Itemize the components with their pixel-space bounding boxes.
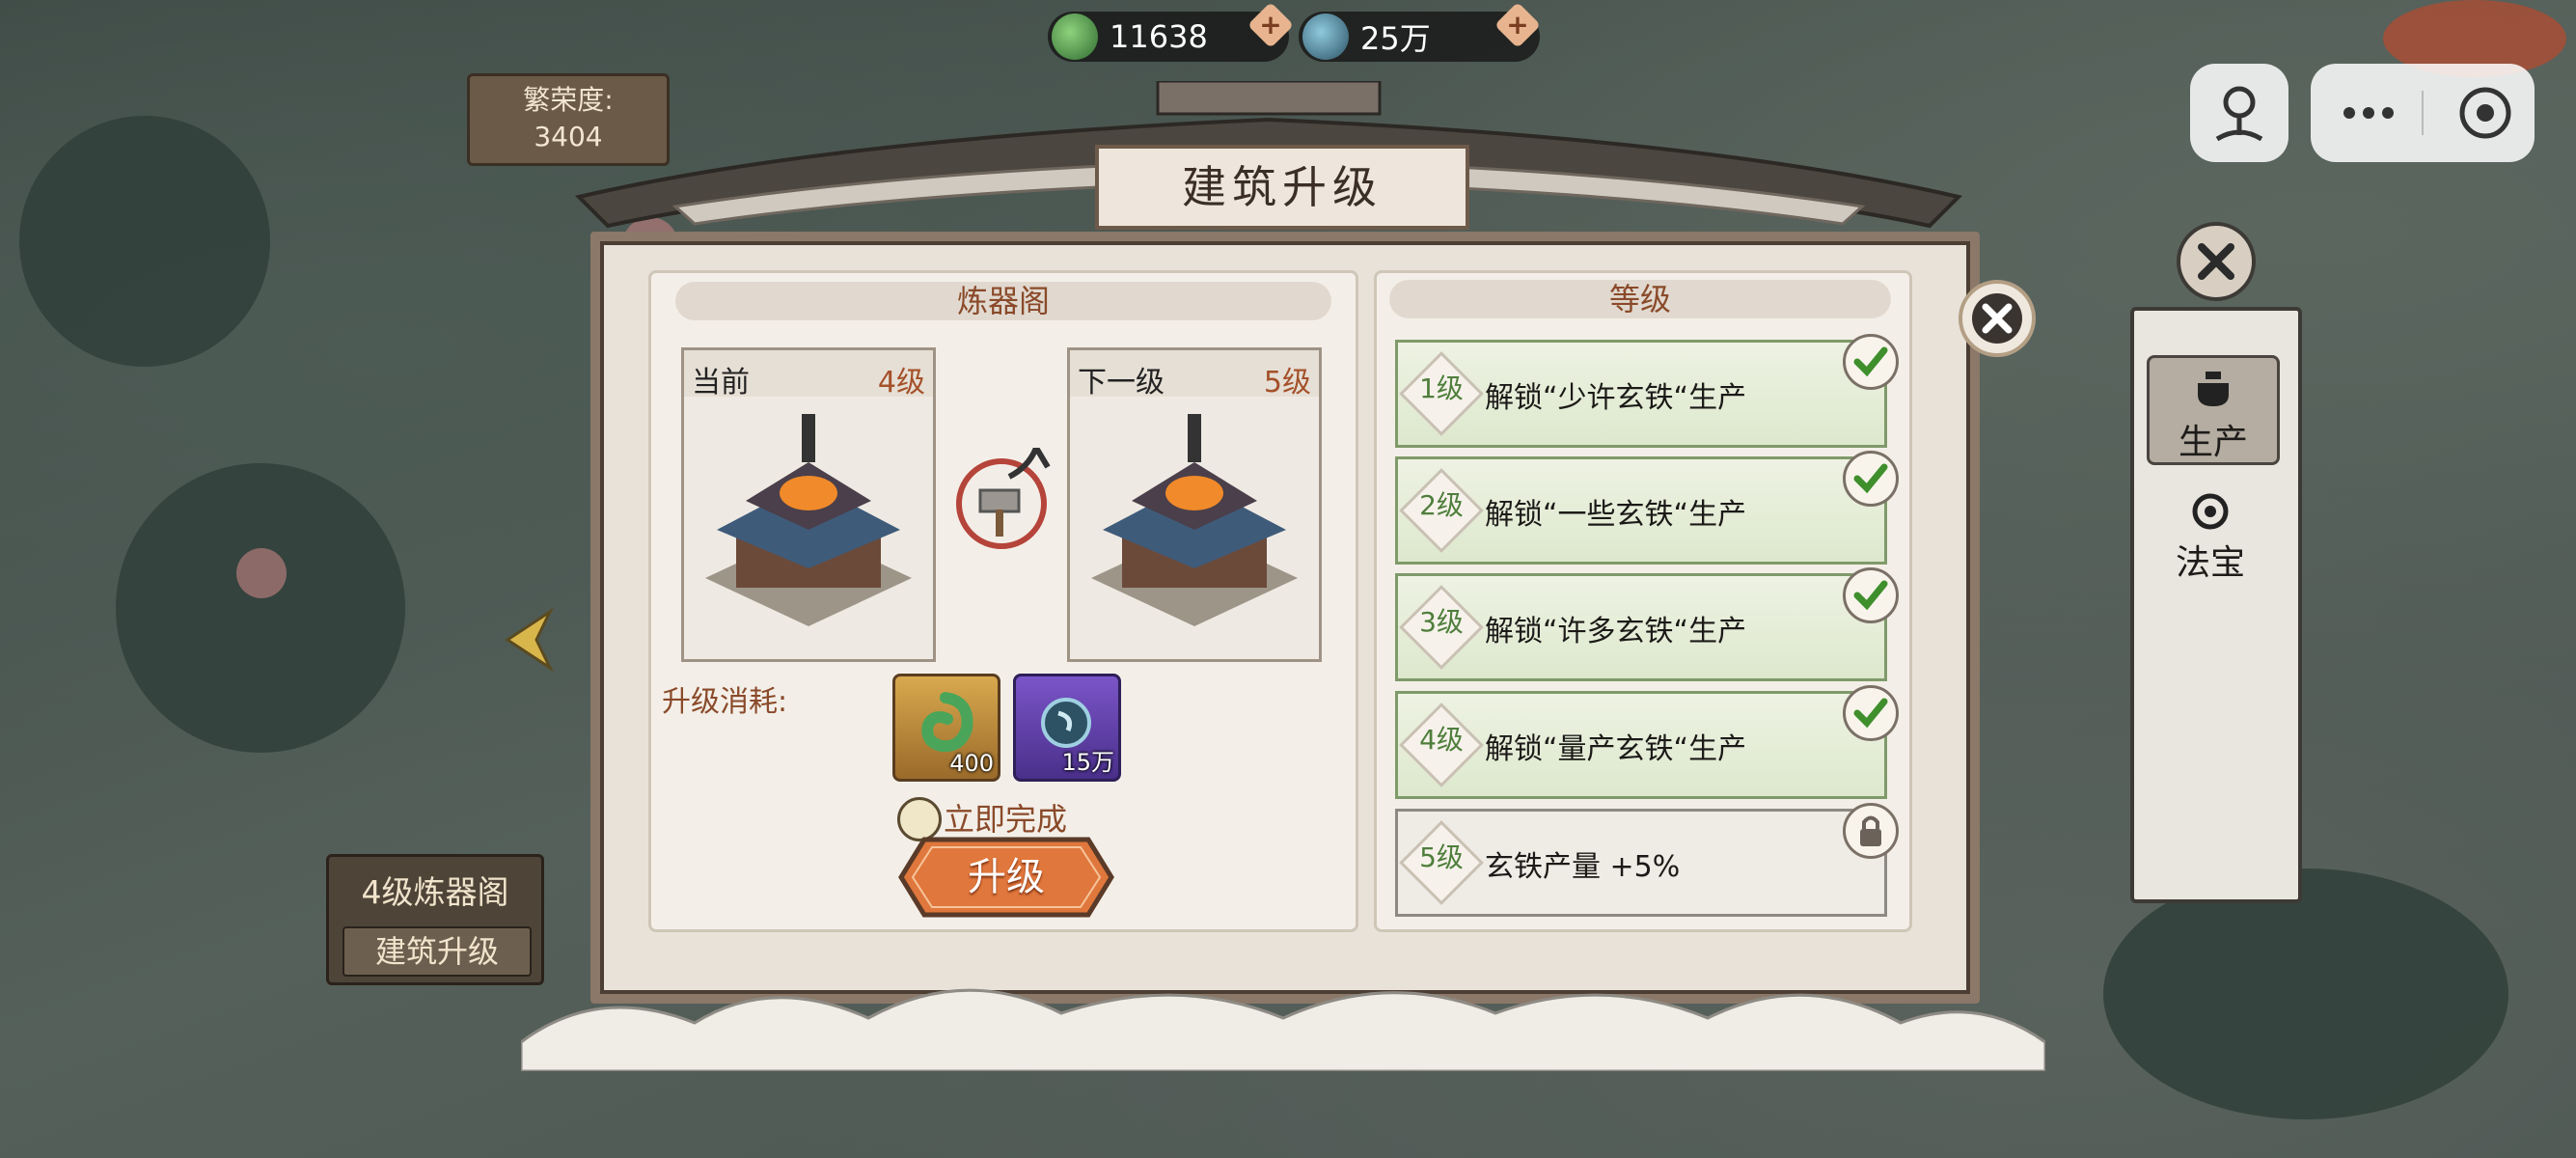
more-icon — [2343, 107, 2394, 119]
building-info-panel: 4级炼器阁 建筑升级 — [326, 854, 544, 985]
close-app-button[interactable] — [2423, 64, 2535, 162]
check-icon — [1843, 334, 1899, 390]
level-description: 解锁“少许玄铁“生产 — [1485, 381, 1747, 415]
level-number: 4级 — [1419, 724, 1464, 756]
side-close-button[interactable] — [2177, 222, 2256, 301]
tab-treasure-label: 法宝 — [2175, 543, 2245, 583]
jade-cost-amount: 400 — [949, 750, 994, 777]
background-tree — [116, 463, 405, 753]
jade-icon — [921, 692, 973, 753]
iron-amount: 25万 — [1360, 20, 1431, 57]
dialog-close-button[interactable] — [1959, 280, 2036, 357]
upgrade-button-label: 升级 — [968, 855, 1045, 899]
current-level: 4级 — [877, 366, 925, 400]
add-jade-button[interactable]: + — [1247, 1, 1295, 49]
avatar-icon — [2215, 86, 2263, 142]
dialog-title: 建筑升级 — [1095, 145, 1469, 230]
jade-cost: 400 — [892, 674, 1000, 782]
background-tree — [19, 116, 270, 367]
building-name: 炼器阁 — [675, 282, 1331, 320]
level-number: 5级 — [1419, 841, 1464, 873]
level-description: 玄铁产量 +5% — [1485, 850, 1681, 884]
cloud-decoration — [521, 988, 2045, 1071]
tab-treasure[interactable]: 法宝 — [2147, 482, 2274, 587]
levels-header: 等级 — [1389, 280, 1891, 318]
tab-production[interactable]: 生产 — [2147, 355, 2280, 465]
blossom-decoration — [236, 548, 287, 598]
lock-icon — [1843, 803, 1899, 859]
close-icon — [2198, 243, 2234, 280]
level-description: 解锁“量产玄铁“生产 — [1485, 732, 1747, 766]
close-icon — [1972, 293, 2022, 344]
treasure-icon — [2192, 493, 2229, 530]
menu-capsule — [2311, 64, 2535, 162]
background-tree — [2103, 868, 2508, 1119]
cauldron-icon — [2198, 372, 2229, 406]
level-row: 2级 解锁“一些玄铁“生产 — [1395, 456, 1887, 565]
avatar-button[interactable] — [2190, 64, 2288, 162]
record-icon — [2459, 87, 2511, 139]
level-number: 3级 — [1419, 606, 1464, 638]
forge-building-image — [705, 414, 912, 626]
current-level-card: 当前 4级 — [681, 347, 936, 662]
current-label: 当前 — [692, 366, 750, 400]
building-upgrade-label: 建筑升级 — [374, 933, 499, 970]
level-row: 4级 解锁“量产玄铁“生产 — [1395, 691, 1887, 799]
left-arrow-icon[interactable] — [502, 608, 556, 672]
level-description: 解锁“许多玄铁“生产 — [1485, 615, 1747, 648]
level-row: 1级 解锁“少许玄铁“生产 — [1395, 340, 1887, 448]
cost-label: 升级消耗: — [662, 685, 788, 719]
check-icon — [1843, 685, 1899, 741]
level-number: 1级 — [1419, 372, 1464, 404]
check-icon — [1843, 567, 1899, 623]
level-row: 3级 解锁“许多玄铁“生产 — [1395, 573, 1887, 681]
level-description: 解锁“一些玄铁“生产 — [1485, 498, 1747, 532]
upgrade-button[interactable]: 升级 — [882, 836, 1131, 919]
iron-cost: 15万 — [1013, 674, 1121, 782]
next-level-card: 下一级 5级 — [1067, 347, 1322, 662]
building-upgrade-button[interactable]: 建筑升级 — [343, 926, 532, 977]
add-iron-button[interactable]: + — [1494, 1, 1542, 49]
iron-cost-amount: 15万 — [1061, 749, 1114, 776]
instant-complete-link[interactable]: 立即完成 — [944, 795, 1067, 840]
level-row: 5级 玄铁产量 +5% — [1395, 809, 1887, 917]
forge-building-image — [1091, 414, 1298, 626]
next-level: 5级 — [1263, 366, 1311, 400]
next-label: 下一级 — [1078, 366, 1165, 400]
level-number: 2级 — [1419, 489, 1464, 521]
jade-amount: 11638 — [1110, 18, 1208, 55]
more-button[interactable] — [2311, 64, 2423, 162]
jade-icon — [1052, 14, 1098, 60]
check-icon — [1843, 451, 1899, 507]
iron-orb-icon — [1302, 14, 1349, 60]
building-level-label: 4级炼器阁 — [361, 873, 509, 911]
tab-production-label: 生产 — [2178, 423, 2248, 462]
upgrade-hammer-icon — [956, 448, 1051, 549]
